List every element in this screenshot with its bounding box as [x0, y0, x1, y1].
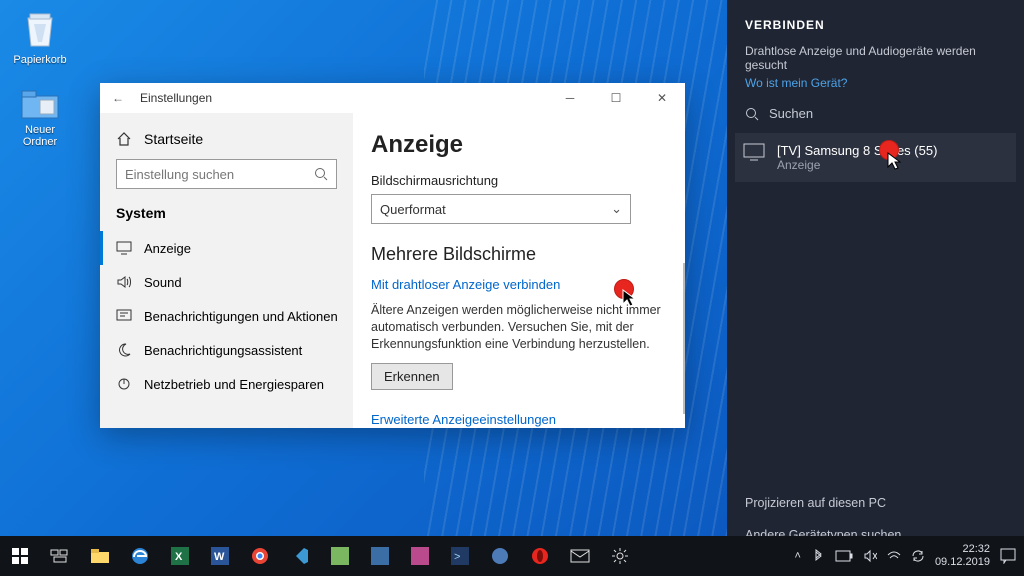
where-device-link[interactable]: Wo ist mein Gerät?: [745, 76, 1006, 90]
word-button[interactable]: W: [200, 536, 240, 576]
connect-wireless-link[interactable]: Mit drahtloser Anzeige verbinden: [371, 277, 560, 292]
vscode-icon: [291, 547, 309, 565]
svg-text:>: >: [454, 551, 460, 563]
nav-notifications[interactable]: Benachrichtigungen und Aktionen: [116, 299, 353, 333]
nav-display[interactable]: Anzeige: [100, 231, 353, 265]
orientation-label: Bildschirmausrichtung: [371, 173, 667, 188]
advanced-display-link[interactable]: Erweiterte Anzeigeeinstellungen: [371, 412, 556, 427]
folder-icon: [91, 549, 109, 563]
tray-chevron-icon[interactable]: ˄: [795, 550, 801, 562]
explorer-button[interactable]: [80, 536, 120, 576]
sound-icon: [116, 275, 132, 289]
volume-icon[interactable]: [863, 549, 877, 563]
chevron-down-icon: ⌄: [611, 201, 622, 217]
sync-icon[interactable]: [911, 549, 925, 563]
nav-focus-assist[interactable]: Benachrichtigungsassistent: [116, 333, 353, 367]
home-icon: [116, 131, 132, 147]
folder-icon: [20, 88, 60, 120]
vscode-button[interactable]: [280, 536, 320, 576]
chrome-button[interactable]: [240, 536, 280, 576]
minimize-button[interactable]: ─: [547, 83, 593, 113]
powershell-icon: >: [451, 547, 469, 565]
window-titlebar[interactable]: ← Einstellungen ─ ☐ ✕: [100, 83, 685, 113]
taskbar[interactable]: X W > ˄ 22:32 09.12.2019: [0, 536, 1024, 576]
start-button[interactable]: [0, 536, 40, 576]
search-icon: [745, 107, 759, 121]
battery-icon[interactable]: [835, 550, 853, 562]
bluetooth-icon[interactable]: [811, 549, 825, 563]
app-icon: [331, 547, 349, 565]
connect-panel: VERBINDEN Drahtlose Anzeige und Audioger…: [727, 0, 1024, 576]
excel-icon: X: [171, 547, 189, 565]
orientation-select[interactable]: Querformat ⌄: [371, 194, 631, 224]
connect-status: Drahtlose Anzeige und Audiogeräte werden…: [745, 44, 1006, 72]
mail-button[interactable]: [560, 536, 600, 576]
tv-icon: [743, 143, 765, 161]
multiple-displays-heading: Mehrere Bildschirme: [371, 244, 667, 265]
search-placeholder: Einstellung suchen: [125, 167, 314, 182]
page-heading: Anzeige: [371, 131, 667, 159]
close-button[interactable]: ✕: [639, 83, 685, 113]
powershell-button[interactable]: >: [440, 536, 480, 576]
system-tray[interactable]: ˄ 22:32 09.12.2019: [795, 543, 1024, 568]
window-title: Einstellungen: [140, 91, 212, 105]
windows-icon: [12, 548, 28, 564]
svg-text:W: W: [214, 551, 225, 563]
settings-search[interactable]: Einstellung suchen: [116, 159, 337, 189]
settings-button[interactable]: [600, 536, 640, 576]
clock[interactable]: 22:32 09.12.2019: [935, 543, 990, 568]
edge-button[interactable]: [120, 536, 160, 576]
mail-icon: [570, 549, 590, 563]
nav-power[interactable]: Netzbetrieb und Energiesparen: [116, 367, 353, 401]
taskview-icon: [50, 549, 70, 563]
action-center-icon[interactable]: [1000, 548, 1016, 564]
back-arrow-icon[interactable]: ←: [112, 91, 124, 105]
word-icon: W: [211, 547, 229, 565]
search-icon: [314, 167, 328, 181]
maximize-button[interactable]: ☐: [593, 83, 639, 113]
settings-main: Anzeige Bildschirmausrichtung Querformat…: [353, 113, 685, 428]
wifi-icon[interactable]: [887, 549, 901, 563]
svg-text:X: X: [175, 551, 183, 563]
settings-sidebar: Startseite Einstellung suchen System Anz…: [100, 113, 353, 428]
recycle-bin-label: Papierkorb: [13, 54, 66, 66]
app-icon-1[interactable]: [320, 536, 360, 576]
paint-icon: [411, 547, 429, 565]
notifications-icon: [116, 309, 132, 323]
excel-button[interactable]: X: [160, 536, 200, 576]
nav-sound[interactable]: Sound: [116, 265, 353, 299]
device-row-tv[interactable]: [TV] Samsung 8 Series (55) Anzeige: [735, 133, 1016, 182]
app-icon: [491, 547, 509, 565]
device-name: [TV] Samsung 8 Series (55): [777, 143, 937, 158]
sidebar-home[interactable]: Startseite: [116, 125, 353, 159]
app-icon-2[interactable]: [360, 536, 400, 576]
folder-label: Neuer Ordner: [23, 124, 57, 148]
paint-button[interactable]: [400, 536, 440, 576]
scrollbar[interactable]: [683, 263, 685, 414]
detect-note: Ältere Anzeigen werden möglicherweise ni…: [371, 302, 667, 353]
edge-icon: [131, 547, 149, 565]
chrome-icon: [251, 547, 269, 565]
display-icon: [116, 241, 132, 255]
connect-title: VERBINDEN: [745, 18, 1006, 32]
desktop-icon-recycle-bin[interactable]: Papierkorb: [10, 10, 70, 66]
device-type: Anzeige: [777, 158, 937, 172]
sidebar-group: System: [116, 205, 353, 221]
opera-icon: [531, 547, 549, 565]
detect-button[interactable]: Erkennen: [371, 363, 453, 390]
opera-button[interactable]: [520, 536, 560, 576]
connect-search[interactable]: Suchen: [745, 106, 1006, 121]
app-icon-3[interactable]: [480, 536, 520, 576]
taskview-button[interactable]: [40, 536, 80, 576]
settings-window: ← Einstellungen ─ ☐ ✕ Startseite Einstel…: [100, 83, 685, 428]
desktop-icon-new-folder[interactable]: Neuer Ordner: [10, 88, 70, 148]
power-icon: [116, 377, 132, 391]
gear-icon: [611, 547, 629, 565]
project-to-pc[interactable]: Projizieren auf diesen PC: [745, 496, 1006, 510]
moon-icon: [116, 343, 132, 357]
app-icon: [371, 547, 389, 565]
recycle-bin-icon: [22, 10, 58, 50]
